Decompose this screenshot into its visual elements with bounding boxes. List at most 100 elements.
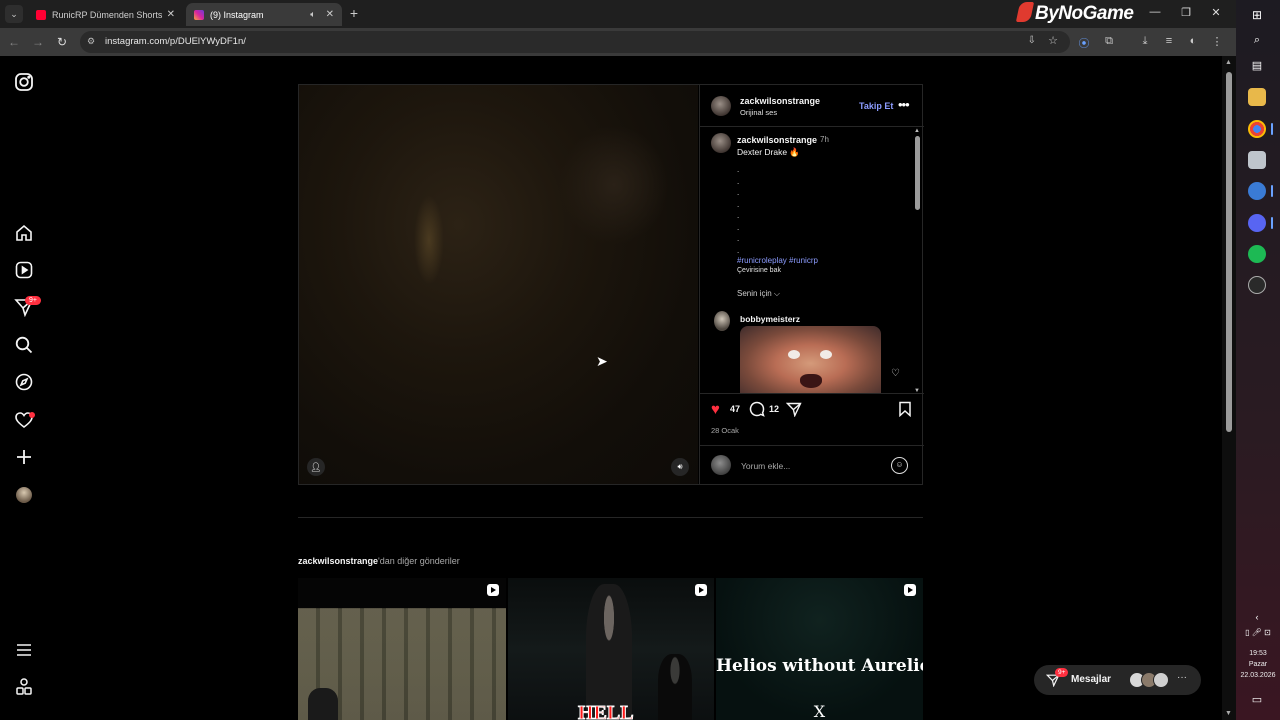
notification-center-icon[interactable]: ▭ <box>1248 691 1266 709</box>
extensions-icon[interactable]: ⧉ <box>1101 35 1117 48</box>
clock-time: 19:53 <box>1249 650 1267 657</box>
app-icon[interactable] <box>1248 151 1266 169</box>
also-from-meta-icon[interactable] <box>14 677 34 697</box>
read-aloud-icon[interactable]: ⦿ <box>1076 35 1092 51</box>
browser-tab-instagram[interactable]: (9) Instagram 🔈︎ ✕ <box>186 3 342 26</box>
page-scrollbar[interactable]: ▲ ▼ <box>1222 56 1236 720</box>
restore-icon[interactable]: ❐ <box>1179 6 1193 19</box>
post-header: zackwilsonstrange Orijinal ses Takip Et … <box>700 85 924 127</box>
messages-button[interactable]: 9+ Mesajlar ··· <box>1034 665 1201 695</box>
own-avatar <box>711 455 731 475</box>
add-comment-bar: Yorum ekle... ☺ <box>700 445 924 484</box>
explore-icon[interactable] <box>14 372 34 392</box>
back-icon[interactable]: ← <box>6 35 22 49</box>
comment-input[interactable]: Yorum ekle... <box>741 461 790 471</box>
comments-count: 12 <box>769 404 780 414</box>
tab-search-dropdown-icon[interactable]: ⌄ <box>5 5 23 23</box>
chrome-icon[interactable] <box>1248 120 1273 138</box>
spotify-icon[interactable] <box>1248 245 1266 263</box>
likes-count[interactable]: 47 <box>730 404 740 414</box>
close-tab-icon[interactable]: ✕ <box>167 9 175 20</box>
comment-icon[interactable] <box>749 401 765 417</box>
create-plus-icon[interactable] <box>14 447 34 467</box>
media-controls-icon[interactable]: ≡ <box>1161 35 1177 47</box>
downloads-icon[interactable]: ⤓ <box>1137 35 1153 48</box>
messages-label: Mesajlar <box>1071 674 1112 685</box>
address-bar[interactable]: ⚙ instagram.com/p/DUElYWyDF1n/ ⇩ ☆ <box>80 31 1070 53</box>
more-contacts-icon: ··· <box>1177 672 1187 683</box>
comment-sort-dropdown[interactable]: Senin için ⌵ <box>737 289 780 299</box>
caption-time: 7h <box>820 135 829 144</box>
browser-tab-youtube[interactable]: RunicRP Dümenden Shortslar 8 ✕ <box>28 3 183 26</box>
bookmark-star-icon[interactable]: ☆ <box>1048 34 1058 47</box>
install-app-icon[interactable]: ⇩ <box>1028 35 1036 46</box>
caption-hashtags[interactable]: #runicroleplay #runicrp <box>737 256 818 265</box>
like-heart-icon[interactable]: ♥ <box>711 401 720 418</box>
system-clock[interactable]: 19:53 Pazar 22.03.2026 <box>1236 648 1280 681</box>
commenter-avatar[interactable] <box>714 311 730 331</box>
comment-like-icon[interactable]: ♡ <box>891 368 900 379</box>
reels-icon[interactable] <box>14 260 34 280</box>
author-username[interactable]: zackwilsonstrange <box>740 96 820 106</box>
instagram-logo-icon[interactable] <box>14 72 34 92</box>
close-window-icon[interactable]: ✕ <box>1209 6 1223 19</box>
reel-video[interactable]: ➤ 👤︎ 🔊︎ <box>299 85 698 484</box>
url-text[interactable]: instagram.com/p/DUElYWyDF1n/ <box>105 36 246 47</box>
thumbnail-overlay-subtext: X <box>813 702 826 720</box>
file-explorer-icon[interactable] <box>1248 88 1266 106</box>
forward-icon[interactable]: → <box>30 35 46 49</box>
tab-title: RunicRP Dümenden Shortslar 8 <box>52 9 163 20</box>
app-icon[interactable] <box>1248 276 1266 294</box>
see-translation-link[interactable]: Çevirisine bak <box>737 267 781 274</box>
audio-label[interactable]: Orijinal ses <box>740 108 777 117</box>
comment-gif-image <box>740 326 881 393</box>
more-post-thumbnail[interactable]: Helios without Aurelie X <box>716 578 923 720</box>
author-avatar[interactable] <box>711 96 731 116</box>
more-options-icon[interactable]: ••• <box>898 97 910 112</box>
share-icon[interactable] <box>785 401 802 418</box>
search-icon[interactable] <box>14 335 34 355</box>
more-posts-owner[interactable]: zackwilsonstrange <box>298 556 378 566</box>
comments-scrollbar[interactable]: ▲ ▼ <box>913 128 923 393</box>
profile-avatar[interactable] <box>16 487 32 503</box>
close-tab-icon[interactable]: ✕ <box>326 9 334 20</box>
emoji-icon[interactable]: ☺ <box>891 457 908 474</box>
youtube-favicon-icon <box>36 9 46 20</box>
post-actions: ♥ 47 12 28 Ocak <box>700 395 924 445</box>
messages-count-badge: 9+ <box>25 296 41 305</box>
mouse-cursor-icon: ➤ <box>596 353 608 369</box>
more-posts-heading: zackwilsonstrange'dan diğer gönderiler <box>298 556 460 566</box>
tray-icons[interactable]: ▯ 🎤︎ ⊡ <box>1240 624 1276 642</box>
more-post-thumbnail[interactable]: HELL <box>508 578 714 720</box>
clock-date: 22.03.2026 <box>1240 672 1276 679</box>
home-icon[interactable] <box>14 223 34 243</box>
minimize-icon[interactable]: — <box>1148 6 1162 18</box>
messages-badge: 9+ <box>1055 668 1069 677</box>
task-view-icon[interactable]: ▤ <box>1248 57 1266 75</box>
menu-hamburger-icon[interactable] <box>14 640 34 660</box>
browser-menu-icon[interactable]: ⋮ <box>1209 35 1225 48</box>
tab-audio-icon[interactable]: 🔈︎ <box>310 9 315 20</box>
caption-author[interactable]: zackwilsonstrange <box>737 135 817 145</box>
caption-author-avatar[interactable] <box>711 133 731 153</box>
thumbnail-overlay-text: HELL <box>578 702 635 720</box>
windows-taskbar: ⊞ ⌕ ▤ ‹ ▯ 🎤︎ ⊡ 19:53 Pazar 22.03.2026 ▭ <box>1236 0 1280 720</box>
bynogame-logo[interactable]: ByNoGame <box>1015 2 1134 25</box>
app-icon[interactable] <box>1248 182 1273 200</box>
reel-icon <box>487 584 499 596</box>
discord-icon[interactable] <box>1248 214 1273 232</box>
search-icon[interactable]: ⌕ <box>1248 31 1266 49</box>
commenter-username[interactable]: bobbymeisterz <box>740 314 800 324</box>
tagged-users-icon[interactable]: 👤︎ <box>307 458 325 476</box>
volume-icon[interactable]: 🔊︎ <box>671 458 689 476</box>
profile-icon[interactable]: ◐ <box>1185 35 1201 47</box>
save-bookmark-icon[interactable] <box>898 401 912 418</box>
contact-avatar <box>1153 672 1169 688</box>
reload-icon[interactable]: ↻ <box>54 35 70 49</box>
site-info-icon[interactable]: ⚙ <box>87 36 95 47</box>
new-tab-button[interactable]: + <box>346 5 362 21</box>
comments-section: zackwilsonstrange 7h Dexter Drake 🔥 . . … <box>700 128 924 394</box>
windows-start-icon[interactable]: ⊞ <box>1248 6 1266 24</box>
follow-button[interactable]: Takip Et <box>859 101 893 111</box>
more-post-thumbnail[interactable] <box>298 578 506 720</box>
